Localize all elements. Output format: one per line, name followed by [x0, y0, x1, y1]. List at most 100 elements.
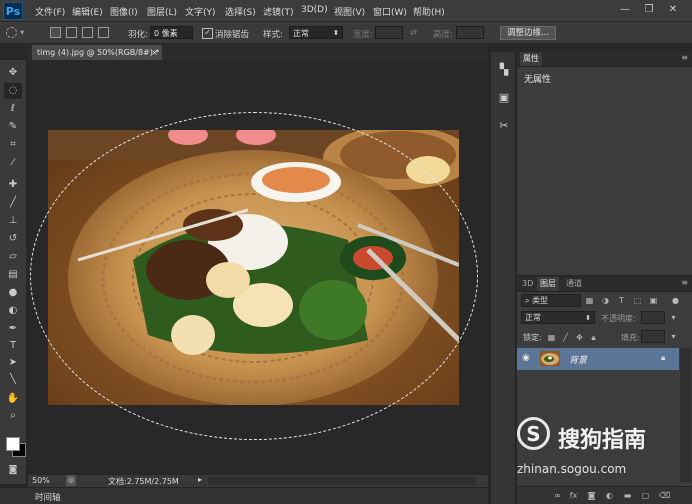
quick-mask-icon[interactable]: ◙	[4, 462, 22, 478]
collapsed-panel-strip: ▚ ▣ ✂	[490, 52, 516, 504]
tools-preset-icon[interactable]: ✂	[496, 118, 512, 134]
layers-panel-menu-icon[interactable]: ≡	[681, 278, 688, 287]
dodge-icon[interactable]: ◐	[4, 303, 22, 319]
blend-mode-value: 正常	[525, 313, 541, 322]
visibility-eye-icon[interactable]: ◉	[522, 353, 530, 363]
layer-row-background[interactable]: ◉ 背景 🔒︎	[517, 348, 679, 370]
restore-icon[interactable]: ❐	[641, 3, 657, 17]
timeline-label[interactable]: 时间轴	[35, 491, 61, 503]
menu-layer[interactable]: 图层(L)	[147, 5, 177, 18]
delete-layer-icon[interactable]: ⌫	[659, 491, 670, 500]
menu-3d[interactable]: 3D(D)	[301, 5, 328, 15]
lock-all-icon[interactable]: 🔒︎	[589, 333, 598, 342]
foreground-color-swatch[interactable]	[6, 437, 20, 451]
document-tab[interactable]: timg (4).jpg @ 50%(RGB/8#) * ×	[32, 45, 162, 60]
clone-stamp-icon[interactable]: ⊥	[4, 213, 22, 229]
tab-3d[interactable]: 3D	[519, 277, 536, 291]
dropdown-arrow-icon[interactable]: ▾	[20, 28, 24, 38]
filter-type-icon[interactable]: T	[617, 296, 626, 305]
width-label: 宽度:	[353, 30, 373, 40]
menu-edit[interactable]: 编辑(E)	[72, 5, 103, 18]
new-selection-icon[interactable]	[50, 27, 61, 38]
history-brush-icon[interactable]: ↺	[4, 231, 22, 247]
opacity-input	[641, 311, 665, 324]
layer-lock-icon: 🔒︎	[661, 353, 666, 362]
blend-mode-select[interactable]: 正常 ⬍	[521, 311, 595, 324]
pen-icon[interactable]: ✒	[4, 321, 22, 337]
document-tab-title: timg (4).jpg @ 50%(RGB/8#) *	[37, 48, 160, 57]
layer-filter-select[interactable]: ⌕ 类型	[521, 294, 581, 307]
sogou-logo: S	[517, 417, 550, 450]
filter-toggle-icon[interactable]: ●	[671, 296, 680, 305]
filter-smart-icon[interactable]: ▣	[649, 296, 658, 305]
hand-icon[interactable]: ✋	[4, 391, 22, 407]
menu-filter[interactable]: 滤镜(T)	[263, 5, 294, 18]
quick-select-icon[interactable]: ✎	[4, 119, 22, 135]
add-mask-icon[interactable]: ◙	[587, 491, 596, 500]
status-menu-arrow-icon[interactable]: ▸	[198, 475, 202, 484]
lasso-icon[interactable]: ℓ	[4, 101, 22, 117]
line-icon[interactable]: ╲	[4, 372, 22, 388]
feather-input[interactable]: 0 像素	[150, 26, 193, 39]
panel-menu-icon[interactable]: ≡	[681, 53, 688, 62]
status-info-icon[interactable]: ◎	[66, 475, 76, 486]
gradient-icon[interactable]: ▤	[4, 267, 22, 283]
menu-file[interactable]: 文件(F)	[35, 5, 65, 18]
tab-close-icon[interactable]: ×	[151, 45, 158, 60]
eraser-icon[interactable]: ▱	[4, 249, 22, 265]
adjustments-panel-icon[interactable]: ▣	[496, 90, 512, 106]
zoom-level[interactable]: 50%	[32, 476, 50, 485]
type-icon[interactable]: T	[4, 338, 22, 354]
brush-icon[interactable]: ╱	[4, 195, 22, 211]
zoom-icon[interactable]: ⌕	[4, 408, 22, 424]
subtract-selection-icon[interactable]	[82, 27, 93, 38]
tab-channels[interactable]: 通道	[563, 277, 585, 291]
horizontal-scrollbar[interactable]	[208, 477, 476, 485]
lock-transparent-icon[interactable]: ▦	[547, 333, 556, 342]
new-group-icon[interactable]: ▬	[623, 491, 632, 500]
filter-adjust-icon[interactable]: ◑	[601, 296, 610, 305]
tab-properties[interactable]: 属性	[520, 52, 542, 66]
elliptical-marquee-icon[interactable]: ◌	[4, 83, 22, 99]
elliptical-selection-marquee	[30, 112, 478, 440]
elliptical-marquee-preset-icon[interactable]	[6, 27, 17, 38]
filter-pixel-icon[interactable]: ▦	[585, 296, 594, 305]
tools-panel: ✥ ◌ ℓ ✎ ⌗ ⁄ ✚ ╱ ⊥ ↺ ▱ ▤ ● ◐ ✒ T ➤ ╲ ✋ ⌕ …	[0, 60, 27, 484]
new-layer-icon[interactable]: ▢	[641, 491, 650, 500]
style-select[interactable]: 正常 ⬍	[289, 26, 343, 39]
history-panel-icon[interactable]: ▚	[496, 62, 512, 78]
adjustment-layer-icon[interactable]: ◐	[605, 491, 614, 500]
eyedropper-icon[interactable]: ⁄	[4, 155, 22, 171]
antialias-checkbox[interactable]: ✓	[202, 28, 213, 39]
menu-view[interactable]: 视图(V)	[334, 5, 365, 18]
close-icon[interactable]: ✕	[665, 3, 681, 17]
lock-position-icon[interactable]: ✥	[575, 333, 584, 342]
lock-image-icon[interactable]: ╱	[561, 333, 570, 342]
opacity-label: 不透明度:	[601, 314, 636, 323]
feather-label: 羽化:	[128, 30, 148, 40]
search-icon: ⌕	[525, 296, 533, 305]
menu-image[interactable]: 图像(I)	[110, 5, 138, 18]
properties-tab-bar: 属性 ≡	[517, 52, 692, 67]
layer-style-icon[interactable]: fx	[569, 491, 578, 500]
menu-type[interactable]: 文字(Y)	[185, 5, 216, 18]
menu-window[interactable]: 窗口(W)	[373, 5, 407, 18]
crop-icon[interactable]: ⌗	[4, 137, 22, 153]
path-select-icon[interactable]: ➤	[4, 355, 22, 371]
link-layers-icon[interactable]: ∞	[553, 491, 562, 500]
layers-scrollbar[interactable]	[680, 348, 691, 482]
tab-layers[interactable]: 图层	[537, 277, 559, 291]
status-bar: 50% ◎ 文档:2.75M/2.75M ▸	[28, 474, 488, 487]
intersect-selection-icon[interactable]	[98, 27, 109, 38]
add-selection-icon[interactable]	[66, 27, 77, 38]
healing-brush-icon[interactable]: ✚	[4, 177, 22, 193]
filter-shape-icon[interactable]: ⬚	[633, 296, 642, 305]
move-icon[interactable]: ✥	[4, 65, 22, 81]
refine-edge-button[interactable]: 调整边缘...	[500, 26, 556, 40]
menu-select[interactable]: 选择(S)	[225, 5, 256, 18]
height-input	[456, 26, 484, 39]
layer-name[interactable]: 背景	[569, 353, 587, 366]
menu-help[interactable]: 帮助(H)	[413, 5, 445, 18]
blur-icon[interactable]: ●	[4, 285, 22, 301]
minimize-icon[interactable]: —	[617, 3, 633, 17]
